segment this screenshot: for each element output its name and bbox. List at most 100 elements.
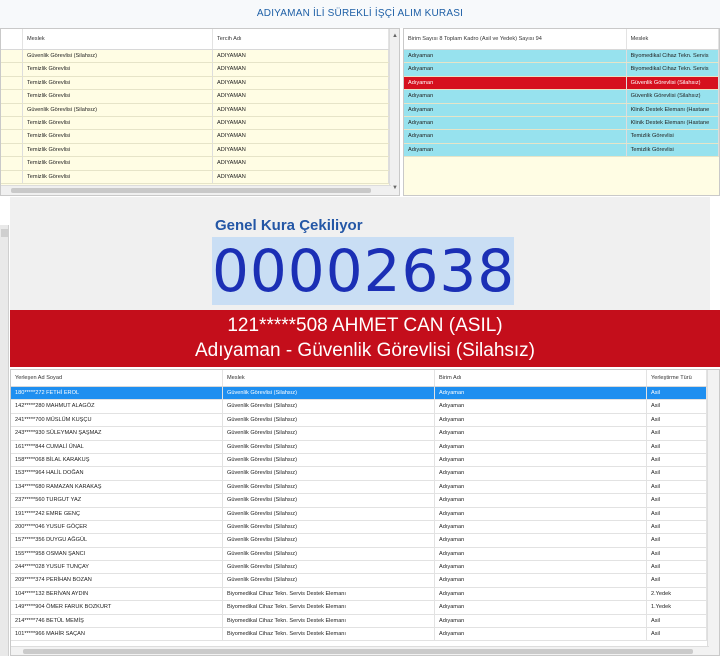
table-row[interactable]: Adıyaman Klinik Destek Elemanı (Hastane xyxy=(404,103,719,117)
table-row[interactable]: Adıyaman Güvenlik Görevlisi (Silahsız) xyxy=(404,90,719,104)
table-cell: Adıyaman xyxy=(435,467,647,480)
scroll-up-icon[interactable]: ▲ xyxy=(390,31,399,41)
table-row[interactable]: 101*****966 MAHİR SAÇAN Biyomedikal Cihaz… xyxy=(11,628,719,642)
table-cell: 158*****068 BİLAL KARAKUŞ xyxy=(11,453,223,467)
row-header-cell xyxy=(1,29,23,49)
table-cell: Asil xyxy=(647,614,707,628)
table-cell: Adıyaman xyxy=(435,587,647,601)
table-row[interactable]: Temizlik Görevlisi ADIYAMAN xyxy=(1,157,399,171)
table-cell: Asil xyxy=(647,494,707,507)
table-cell: ADIYAMAN xyxy=(213,50,389,63)
table-row[interactable]: 180*****272 FETHİ EROL Güvenlik Görevlisi… xyxy=(11,387,719,401)
table-row[interactable]: Adıyaman Biyomedikal Cihaz Tekn. Servis xyxy=(404,63,719,77)
options-table[interactable]: Meslek Tercih Adı Güvenlik Görevlisi (Si… xyxy=(0,28,400,196)
left-vertical-scrollbar[interactable] xyxy=(0,225,9,656)
column-header-birim[interactable]: Birim Sayısı 8 Toplam Kadro (Asil ve Yed… xyxy=(404,29,627,49)
table-cell: Adıyaman xyxy=(435,561,647,574)
table-cell: Güvenlik Görevlisi (Silahsız) xyxy=(223,574,435,587)
table-row[interactable]: 200*****046 YUSUF GÖÇER Güvenlik Görevlis… xyxy=(11,520,719,535)
table-row[interactable]: 243*****930 SÜLEYMAN ŞAŞMAZ Güvenlik Göre… xyxy=(11,427,719,441)
units-table[interactable]: Birim Sayısı 8 Toplam Kadro (Asil ve Yed… xyxy=(403,28,720,196)
options-horizontal-scrollbar[interactable] xyxy=(1,185,391,195)
winner-banner: 121*****508 AHMET CAN (ASIL) Adıyaman - … xyxy=(10,310,720,367)
table-row[interactable]: 157*****356 DUYGU AĞGÜL Güvenlik Görevlis… xyxy=(11,534,719,548)
table-row[interactable]: 155*****958 OSMAN ŞANCI Güvenlik Görevlis… xyxy=(11,547,719,562)
table-cell: Adıyaman xyxy=(404,143,627,157)
table-cell: Güvenlik Görevlisi (Silahsız) xyxy=(223,494,435,507)
column-header-birim[interactable]: Birim Adı xyxy=(435,370,647,386)
winner-name: 121*****508 AHMET CAN (ASIL) xyxy=(227,315,503,336)
column-header-tercih[interactable]: Tercih Adı xyxy=(213,29,389,49)
table-cell: 134*****680 RAMAZAN KARAKAŞ xyxy=(11,480,223,494)
table-row[interactable]: 134*****680 RAMAZAN KARAKAŞ Güvenlik Göre… xyxy=(11,480,719,495)
column-header-ad-soyad[interactable]: Yerleşen Ad Soyad xyxy=(11,370,223,386)
table-cell: Güvenlik Görevlisi (Silahsız) xyxy=(223,413,435,427)
table-row[interactable]: 158*****068 BİLAL KARAKUŞ Güvenlik Görevl… xyxy=(11,453,719,468)
table-row[interactable]: 214*****746 BETÜL MEMİŞ Biyomedikal Cihaz… xyxy=(11,614,719,629)
table-row[interactable]: 191*****242 EMRE GENÇ Güvenlik Görevlisi … xyxy=(11,507,719,521)
column-header-meslek[interactable]: Meslek xyxy=(23,29,213,49)
scroll-thumb[interactable] xyxy=(1,229,8,237)
table-cell: Asil xyxy=(647,400,707,413)
table-cell: Asil xyxy=(647,480,707,494)
column-header-meslek[interactable]: Meslek xyxy=(223,370,435,386)
table-row[interactable]: Güvenlik Görevlisi (Silahsız) ADIYAMAN xyxy=(1,103,399,117)
table-cell: ADIYAMAN xyxy=(213,130,389,143)
scroll-thumb[interactable] xyxy=(23,649,693,654)
app-title: ADIYAMAN İLİ SÜREKLİ İŞÇİ ALIM KURASI xyxy=(0,0,720,28)
table-row[interactable]: Temizlik Görevlisi ADIYAMAN xyxy=(1,63,399,77)
placed-horizontal-scrollbar[interactable] xyxy=(11,646,709,655)
table-cell: Biyomedikal Cihaz Tekn. Servis Destek El… xyxy=(223,587,435,601)
table-cell: 200*****046 YUSUF GÖÇER xyxy=(11,520,223,534)
table-row[interactable]: Adıyaman Klinik Destek Elemanı (Hastane xyxy=(404,116,719,131)
table-row[interactable]: 237*****560 TURGUT YAZ Güvenlik Görevlisi… xyxy=(11,494,719,508)
options-vertical-scrollbar[interactable]: ▲ ▼ xyxy=(389,29,399,195)
table-row[interactable]: 244*****028 YUSUF TUNÇAY Güvenlik Görevli… xyxy=(11,561,719,575)
placed-table[interactable]: Yerleşen Ad Soyad Meslek Birim Adı Yerle… xyxy=(10,369,720,656)
options-table-header: Meslek Tercih Adı xyxy=(1,29,399,50)
table-row[interactable]: 142*****280 MAHMUT ALAGÖZ Güvenlik Görevl… xyxy=(11,400,719,414)
table-row[interactable]: 161*****844 CUMALİ ÜNAL Güvenlik Görevlis… xyxy=(11,440,719,454)
table-cell: ADIYAMAN xyxy=(213,157,389,170)
scroll-down-icon[interactable]: ▼ xyxy=(390,183,399,193)
table-cell: Temizlik Görevlisi xyxy=(23,116,213,130)
table-row[interactable]: 104*****132 BERİVAN AYDIN Biyomedikal Cih… xyxy=(11,587,719,602)
table-cell: Güvenlik Görevlisi (Silahsız) xyxy=(223,520,435,534)
table-cell: Adıyaman xyxy=(435,413,647,427)
table-row[interactable]: Adıyaman Temizlik Görevlisi xyxy=(404,143,719,158)
placed-vertical-scrollbar[interactable] xyxy=(707,370,719,655)
scroll-thumb[interactable] xyxy=(11,188,371,193)
table-cell: Adıyaman xyxy=(435,534,647,547)
table-cell: Adıyaman xyxy=(435,440,647,453)
table-row[interactable]: 149*****904 ÖMER FARUK BOZKURT Biyomedika… xyxy=(11,601,719,615)
table-row[interactable]: Temizlik Görevlisi ADIYAMAN xyxy=(1,170,399,184)
table-row[interactable]: Temizlik Görevlisi ADIYAMAN xyxy=(1,116,399,131)
table-row[interactable]: 209*****374 PERİHAN BOZAN Güvenlik Görevl… xyxy=(11,574,719,588)
winner-placement: Adıyaman - Güvenlik Görevlisi (Silahsız) xyxy=(195,340,535,361)
table-cell: Adıyaman xyxy=(404,63,627,76)
table-cell: Güvenlik Görevlisi (Silahsız) xyxy=(223,453,435,467)
table-row[interactable]: Temizlik Görevlisi ADIYAMAN xyxy=(1,143,399,158)
table-row[interactable]: Temizlik Görevlisi ADIYAMAN xyxy=(1,76,399,91)
table-row[interactable]: Güvenlik Görevlisi (Silahsız) ADIYAMAN xyxy=(1,50,399,64)
table-cell: Asil xyxy=(647,453,707,467)
table-cell: Adıyaman xyxy=(404,116,627,130)
table-row[interactable]: Adıyaman Güvenlik Görevlisi (Silahsız) xyxy=(404,76,719,91)
table-cell: Güvenlik Görevlisi (Silahsız) xyxy=(223,440,435,453)
table-cell: Asil xyxy=(647,427,707,440)
table-row[interactable]: Temizlik Görevlisi ADIYAMAN xyxy=(1,90,399,104)
table-row[interactable]: Adıyaman Temizlik Görevlisi xyxy=(404,130,719,144)
draw-number-box: 00002638 xyxy=(212,237,514,305)
table-cell: 161*****844 CUMALİ ÜNAL xyxy=(11,440,223,453)
table-row[interactable]: 241*****700 MÜSLÜM KUŞÇU Güvenlik Görevli… xyxy=(11,413,719,428)
table-row[interactable]: Adıyaman Biyomedikal Cihaz Tekn. Servis xyxy=(404,50,719,64)
table-cell: 1.Yedek xyxy=(647,601,707,614)
column-header-meslek[interactable]: Meslek xyxy=(627,29,719,49)
table-row[interactable]: 153*****964 HALİL DOĞAN Güvenlik Görevlis… xyxy=(11,467,719,481)
table-cell: Asil xyxy=(647,574,707,587)
table-cell: 104*****132 BERİVAN AYDIN xyxy=(11,587,223,601)
column-header-tur[interactable]: Yerleştirme Türü xyxy=(647,370,707,386)
table-row[interactable]: Temizlik Görevlisi ADIYAMAN xyxy=(1,130,399,144)
table-cell xyxy=(1,63,23,76)
table-cell: 180*****272 FETHİ EROL xyxy=(11,387,223,400)
